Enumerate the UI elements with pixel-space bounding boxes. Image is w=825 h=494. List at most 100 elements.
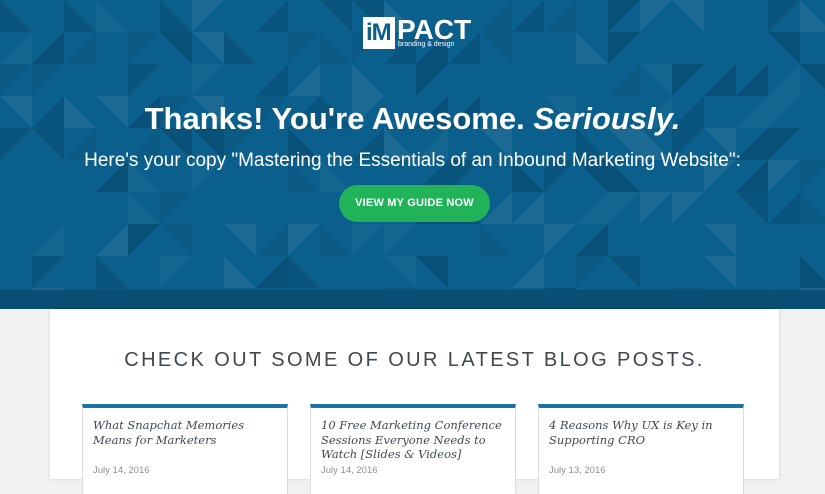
pattern-triangle xyxy=(64,32,96,64)
blog-post-date: July 14, 2016 xyxy=(321,465,378,476)
pattern-triangle xyxy=(224,256,256,288)
blog-post-title[interactable]: What Snapchat Memories Means for Markete… xyxy=(93,418,279,447)
pattern-triangle xyxy=(64,0,96,32)
pattern-triangle xyxy=(256,64,288,96)
hero-title-main: Thanks! You're Awesome. xyxy=(144,101,525,136)
pattern-triangle xyxy=(320,32,352,64)
pattern-triangle xyxy=(800,0,825,32)
blog-post-card[interactable]: 10 Free Marketing Conference Sessions Ev… xyxy=(310,404,516,494)
pattern-triangle xyxy=(32,256,64,288)
pattern-triangle xyxy=(768,192,800,224)
pattern-triangle xyxy=(768,64,800,96)
pattern-triangle xyxy=(0,64,32,96)
hero-title-emphasis: Seriously. xyxy=(533,101,681,136)
pattern-triangle xyxy=(608,256,640,288)
hero-banner: iM PACT branding & design Thanks! You're… xyxy=(0,0,825,290)
pattern-triangle xyxy=(800,64,825,89)
pattern-triangle xyxy=(224,224,256,256)
pattern-triangle xyxy=(320,0,352,32)
pattern-triangle xyxy=(768,0,800,32)
pattern-triangle xyxy=(32,32,64,64)
pattern-triangle xyxy=(544,224,576,256)
pattern-triangle xyxy=(96,0,128,32)
pattern-triangle xyxy=(224,32,256,64)
pattern-triangle xyxy=(480,0,512,32)
pattern-triangle xyxy=(128,192,160,224)
pattern-triangle xyxy=(800,192,825,224)
pattern-triangle xyxy=(736,64,768,96)
pattern-triangle xyxy=(128,32,160,64)
pattern-triangle xyxy=(288,256,320,288)
pattern-triangle xyxy=(640,64,672,96)
pattern-triangle xyxy=(704,224,736,256)
pattern-triangle xyxy=(0,32,32,64)
pattern-triangle xyxy=(576,224,608,256)
hero-title: Thanks! You're Awesome. Seriously. xyxy=(0,99,825,139)
pattern-triangle xyxy=(512,256,544,288)
pattern-triangle xyxy=(160,224,192,256)
pattern-triangle xyxy=(384,256,416,288)
logo-mark-letters: iM xyxy=(366,19,392,46)
pattern-triangle xyxy=(480,32,512,64)
hero-bottom-band xyxy=(0,290,825,309)
pattern-triangle xyxy=(416,64,448,96)
pattern-triangle xyxy=(576,192,608,224)
pattern-triangle xyxy=(256,0,288,32)
blog-section-heading: CHECK OUT SOME OF OUR LATEST BLOG POSTS. xyxy=(124,349,705,371)
pattern-triangle xyxy=(96,256,128,288)
pattern-triangle xyxy=(672,0,704,32)
pattern-triangle xyxy=(672,192,704,224)
pattern-triangle xyxy=(320,224,352,256)
pattern-triangle xyxy=(32,64,64,96)
blog-post-date: July 14, 2016 xyxy=(93,465,150,476)
pattern-triangle xyxy=(96,224,128,256)
pattern-triangle xyxy=(608,0,640,32)
pattern-triangle xyxy=(704,256,736,288)
pattern-triangle xyxy=(192,32,224,64)
pattern-triangle xyxy=(512,0,544,32)
pattern-triangle xyxy=(128,224,160,256)
pattern-triangle xyxy=(512,192,544,224)
pattern-triangle xyxy=(288,32,320,64)
blog-post-date: July 13, 2016 xyxy=(549,465,606,476)
pattern-triangle xyxy=(288,64,320,96)
pattern-triangle xyxy=(768,32,800,64)
pattern-triangle xyxy=(384,224,416,256)
pattern-triangle xyxy=(480,224,512,256)
pattern-triangle xyxy=(640,0,672,32)
pattern-triangle xyxy=(352,224,384,256)
blog-section: CHECK OUT SOME OF OUR LATEST BLOG POSTS.… xyxy=(50,309,779,494)
pattern-triangle xyxy=(160,256,192,288)
pattern-triangle xyxy=(192,64,224,96)
logo-mark: iM xyxy=(363,17,395,49)
logo-tagline: branding & design xyxy=(398,41,455,48)
hero-subtitle: Here's your copy "Mastering the Essentia… xyxy=(84,150,741,171)
pattern-triangle xyxy=(736,192,768,224)
impact-logo[interactable]: iM PACT branding & design xyxy=(363,15,471,51)
pattern-triangle xyxy=(704,64,736,96)
pattern-triangle xyxy=(32,224,64,256)
pattern-triangle xyxy=(800,256,825,288)
pattern-triangle xyxy=(576,32,608,64)
blog-post-title[interactable]: 10 Free Marketing Conference Sessions Ev… xyxy=(321,418,507,462)
pattern-triangle xyxy=(160,32,192,64)
view-guide-button[interactable]: VIEW MY GUIDE NOW xyxy=(339,185,490,222)
pattern-triangle xyxy=(160,0,192,32)
pattern-triangle xyxy=(608,32,640,64)
pattern-triangle xyxy=(256,224,288,256)
pattern-triangle xyxy=(608,64,640,96)
pattern-triangle xyxy=(576,256,608,288)
pattern-triangle xyxy=(416,256,448,288)
pattern-triangle xyxy=(192,0,224,32)
pattern-triangle xyxy=(672,64,704,96)
blog-post-title[interactable]: 4 Reasons Why UX is Key in Supporting CR… xyxy=(549,418,735,447)
pattern-triangle xyxy=(608,192,640,224)
pattern-triangle xyxy=(256,256,288,288)
blog-post-card[interactable]: What Snapchat Memories Means for Markete… xyxy=(82,404,288,494)
blog-post-card[interactable]: 4 Reasons Why UX is Key in Supporting CR… xyxy=(538,404,744,494)
pattern-triangle xyxy=(128,64,160,96)
pattern-triangle xyxy=(544,0,576,32)
pattern-triangle xyxy=(160,192,192,224)
pattern-triangle xyxy=(640,192,672,224)
pattern-triangle xyxy=(288,224,320,256)
